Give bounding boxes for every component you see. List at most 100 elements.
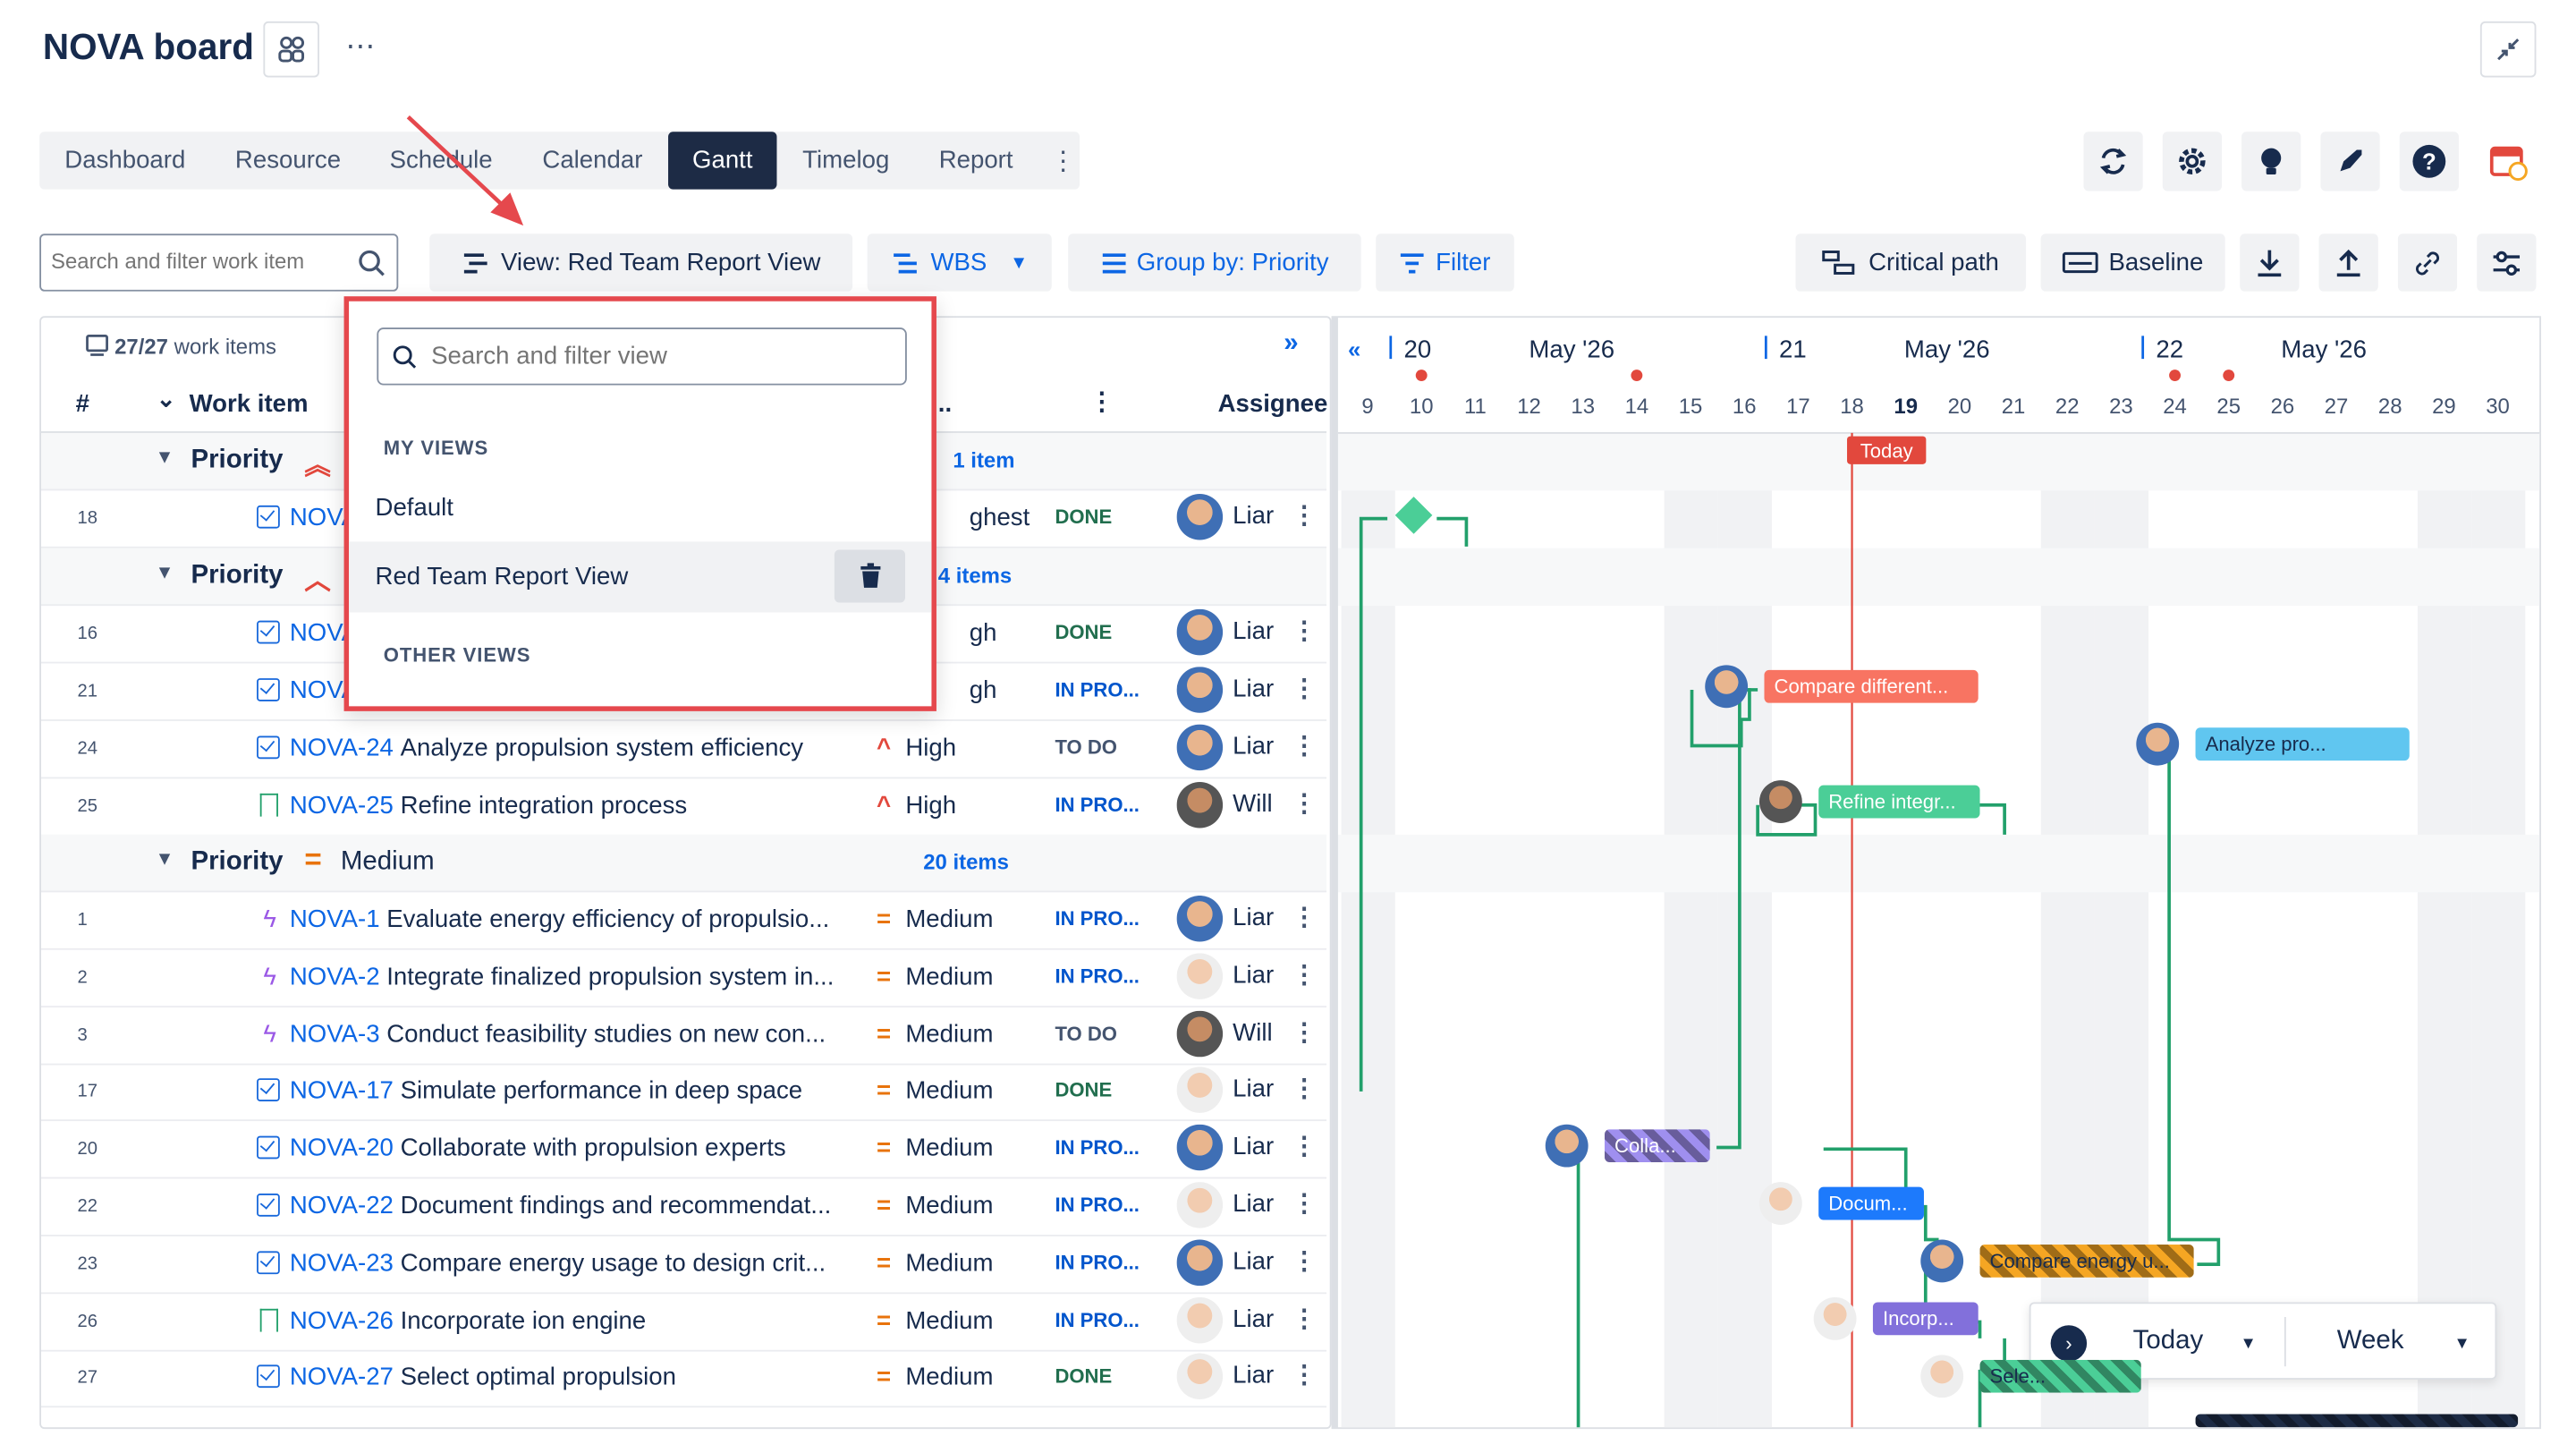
expand-gantt-icon[interactable]: » bbox=[1284, 329, 1298, 359]
table-row[interactable]: 2 ϟ NOVA-2 Integrate finalized propulsion… bbox=[41, 949, 1327, 1007]
row-menu-icon[interactable]: ⋮ bbox=[1292, 1361, 1317, 1389]
view-search-input[interactable] bbox=[431, 342, 876, 370]
status-badge[interactable]: DONE bbox=[1048, 1079, 1164, 1102]
table-row[interactable]: 23 NOVA-23 Compare energy usage to desig… bbox=[41, 1236, 1327, 1294]
issue-title[interactable]: Refine integration process bbox=[401, 792, 688, 820]
collapse-all-icon[interactable]: ⌄ bbox=[157, 386, 176, 413]
issue-key[interactable]: NOVA-27 bbox=[290, 1364, 394, 1391]
row-menu-icon[interactable]: ⋮ bbox=[1292, 1016, 1317, 1046]
table-row[interactable]: 27 NOVA-27 Select optimal propulsion = M… bbox=[41, 1351, 1327, 1408]
table-row[interactable]: 22 NOVA-22 Document findings and recomme… bbox=[41, 1178, 1327, 1236]
group-by-button[interactable]: Group by: Priority bbox=[1068, 234, 1361, 292]
row-menu-icon[interactable]: ⋮ bbox=[1292, 674, 1317, 702]
scale-select[interactable]: Week ▼ bbox=[2337, 1327, 2470, 1356]
tab-report[interactable]: Report bbox=[915, 132, 1037, 189]
gantt-bar[interactable]: Compare energy u... bbox=[1979, 1245, 2194, 1278]
view-selector-button[interactable]: View: Red Team Report View bbox=[429, 234, 853, 292]
col-assignee[interactable]: Assignee bbox=[1218, 390, 1328, 418]
gantt-bar[interactable]: Incorp... bbox=[1872, 1302, 1979, 1336]
issue-title[interactable]: Incorporate ion engine bbox=[401, 1306, 647, 1334]
baseline-button[interactable]: Baseline bbox=[2040, 234, 2225, 292]
download-button[interactable] bbox=[2240, 234, 2300, 292]
issue-title[interactable]: Evaluate energy efficiency of propulsio.… bbox=[386, 905, 829, 933]
tabs-more-icon[interactable]: ⋮ bbox=[1050, 145, 1076, 178]
chevron-down-icon[interactable]: ▾ bbox=[159, 846, 169, 870]
status-badge[interactable]: IN PRO... bbox=[1048, 907, 1164, 930]
row-menu-icon[interactable]: ⋮ bbox=[1292, 1304, 1317, 1332]
status-badge[interactable]: DONE bbox=[1048, 621, 1164, 644]
prev-icon[interactable]: « bbox=[1348, 337, 1360, 362]
issue-title[interactable]: Conduct feasibility studies on new con..… bbox=[386, 1020, 826, 1048]
issue-key[interactable]: NOVA-1 bbox=[290, 905, 380, 933]
issue-key[interactable]: NOVA-23 bbox=[290, 1249, 394, 1277]
row-menu-icon[interactable]: ⋮ bbox=[1292, 500, 1317, 530]
status-badge[interactable]: TO DO bbox=[1048, 735, 1164, 759]
status-badge[interactable]: TO DO bbox=[1048, 1022, 1164, 1045]
tab-resource[interactable]: Resource bbox=[211, 132, 366, 189]
table-row[interactable]: 20 NOVA-20 Collaborate with propulsion e… bbox=[41, 1121, 1327, 1179]
issue-key[interactable]: NOVA-17 bbox=[290, 1077, 394, 1105]
gantt-bar[interactable]: Docum... bbox=[1818, 1186, 1924, 1220]
tab-gantt[interactable]: Gantt bbox=[668, 132, 777, 190]
settings-button[interactable] bbox=[2162, 132, 2222, 191]
issue-key[interactable]: NOVA-3 bbox=[290, 1020, 380, 1048]
search-input[interactable] bbox=[51, 248, 348, 274]
issue-key[interactable]: NOVA-20 bbox=[290, 1134, 394, 1162]
status-badge[interactable]: IN PRO... bbox=[1048, 1136, 1164, 1160]
issue-title[interactable]: Document findings and recommendat... bbox=[401, 1192, 832, 1219]
row-menu-icon[interactable]: ⋮ bbox=[1292, 788, 1317, 818]
wbs-button[interactable]: WBS ▼ bbox=[867, 234, 1052, 292]
view-option-selected[interactable]: Red Team Report View bbox=[349, 541, 932, 613]
gantt-bar[interactable]: Refine integr... bbox=[1818, 785, 1980, 819]
table-row[interactable]: 25 NOVA-25 Refine integration process ^ … bbox=[41, 778, 1327, 837]
milestone-diamond[interactable] bbox=[1394, 497, 1433, 534]
status-badge[interactable]: IN PRO... bbox=[1048, 1308, 1164, 1331]
delete-view-button[interactable] bbox=[834, 549, 905, 603]
row-menu-icon[interactable]: ⋮ bbox=[1292, 616, 1317, 645]
team-button[interactable] bbox=[263, 21, 319, 78]
column-menu-icon[interactable]: ⋮ bbox=[1089, 387, 1114, 416]
tab-dashboard[interactable]: Dashboard bbox=[39, 132, 210, 189]
row-menu-icon[interactable]: ⋮ bbox=[1292, 731, 1317, 760]
collapse-button[interactable] bbox=[2479, 21, 2537, 78]
status-badge[interactable]: IN PRO... bbox=[1048, 678, 1164, 701]
issue-title[interactable]: Compare energy usage to design crit... bbox=[401, 1249, 826, 1277]
calendar-app-button[interactable] bbox=[2479, 132, 2538, 191]
chevron-down-icon[interactable]: ▾ bbox=[159, 445, 169, 468]
gantt-bar[interactable]: Analyze pro... bbox=[2195, 727, 2410, 761]
issue-key[interactable]: NOVA-2 bbox=[290, 963, 380, 990]
link-button[interactable] bbox=[2397, 234, 2458, 292]
issue-key[interactable]: NOVA-22 bbox=[290, 1192, 394, 1219]
issue-title[interactable]: Collaborate with propulsion experts bbox=[401, 1134, 786, 1162]
issue-title[interactable]: Select optimal propulsion bbox=[401, 1364, 676, 1391]
scroll-to-today-button[interactable]: › bbox=[2050, 1325, 2088, 1362]
launch-button[interactable] bbox=[2320, 132, 2380, 191]
critical-path-button[interactable]: Critical path bbox=[1795, 234, 2027, 292]
more-icon[interactable]: ⋯ bbox=[345, 30, 375, 64]
help-button[interactable]: ? bbox=[2399, 132, 2459, 191]
table-row[interactable]: 1 ϟ NOVA-1 Evaluate energy efficiency of … bbox=[41, 892, 1327, 950]
view-option-default[interactable]: Default bbox=[376, 494, 453, 522]
table-row[interactable]: 17 NOVA-17 Simulate performance in deep … bbox=[41, 1064, 1327, 1122]
row-menu-icon[interactable]: ⋮ bbox=[1292, 959, 1317, 989]
display-settings-button[interactable] bbox=[2477, 234, 2537, 292]
gantt-bar[interactable]: Compare different... bbox=[1764, 669, 1979, 703]
view-search-box[interactable] bbox=[377, 327, 907, 386]
col-work-item[interactable]: Work item bbox=[190, 390, 309, 418]
issue-title[interactable]: Integrate finalized propulsion system in… bbox=[386, 963, 834, 990]
status-badge[interactable]: DONE bbox=[1048, 506, 1164, 529]
row-menu-icon[interactable]: ⋮ bbox=[1292, 1246, 1317, 1275]
today-select[interactable]: Today ▼ bbox=[2133, 1327, 2257, 1356]
gantt-bar[interactable]: Sele... bbox=[1979, 1359, 2141, 1393]
gantt-bar-partial[interactable] bbox=[2195, 1414, 2519, 1428]
status-badge[interactable]: IN PRO... bbox=[1048, 964, 1164, 988]
tips-button[interactable] bbox=[2241, 132, 2301, 191]
status-badge[interactable]: DONE bbox=[1048, 1365, 1164, 1389]
issue-title[interactable]: Analyze propulsion system efficiency bbox=[401, 735, 804, 762]
status-badge[interactable]: IN PRO... bbox=[1048, 1194, 1164, 1217]
refresh-button[interactable] bbox=[2083, 132, 2143, 191]
row-menu-icon[interactable]: ⋮ bbox=[1292, 1074, 1317, 1103]
table-row[interactable]: 26 NOVA-26 Incorporate ion engine = Medi… bbox=[41, 1293, 1327, 1351]
row-menu-icon[interactable]: ⋮ bbox=[1292, 902, 1317, 931]
row-menu-icon[interactable]: ⋮ bbox=[1292, 1188, 1317, 1218]
